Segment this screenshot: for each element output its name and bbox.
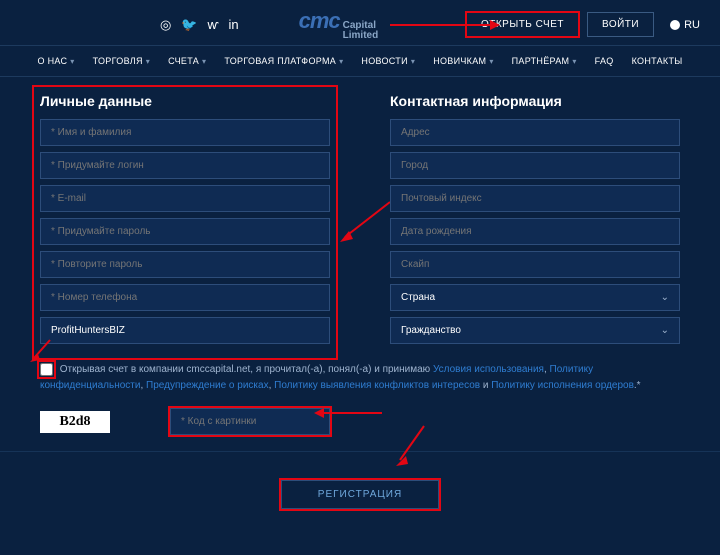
chevron-down-icon: ▾: [202, 57, 206, 66]
citizenship-select[interactable]: Гражданство ⌄: [390, 317, 680, 344]
email-field[interactable]: [40, 185, 330, 212]
language-selector[interactable]: RU: [670, 19, 700, 31]
password-field[interactable]: [40, 218, 330, 245]
logo[interactable]: cmc CapitalLimited: [299, 8, 379, 41]
annotation-arrow: [335, 197, 395, 247]
referral-field[interactable]: [40, 317, 330, 344]
terms-block: Открывая счет в компании cmccapital.net,…: [0, 356, 720, 400]
chevron-down-icon: ▾: [411, 57, 415, 66]
terms-text: Открывая счет в компании cmccapital.net,…: [60, 364, 433, 375]
chevron-down-icon: ▾: [146, 57, 150, 66]
globe-icon: [670, 20, 680, 30]
address-field[interactable]: [390, 119, 680, 146]
contact-title: Контактная информация: [390, 93, 680, 109]
personal-data-section: Личные данные: [40, 93, 330, 352]
dob-field[interactable]: [390, 218, 680, 245]
link-risk[interactable]: Предупреждение о рисках: [146, 380, 269, 391]
nav-news[interactable]: НОВОСТИ▾: [361, 56, 415, 66]
nav-contacts[interactable]: КОНТАКТЫ: [632, 56, 683, 66]
citizenship-label: Гражданство: [401, 325, 461, 336]
nav-partners[interactable]: ПАРТНЁРАМ▾: [512, 56, 577, 66]
nav-platform[interactable]: ТОРГОВАЯ ПЛАТФОРМА▾: [224, 56, 343, 66]
register-button[interactable]: РЕГИСТРАЦИЯ: [281, 480, 439, 509]
twitter-icon[interactable]: 🐦: [181, 17, 197, 33]
main-nav: О НАС▾ ТОРГОВЛЯ▾ СЧЕТА▾ ТОРГОВАЯ ПЛАТФОР…: [0, 45, 720, 77]
country-label: Страна: [401, 292, 435, 303]
login-field[interactable]: [40, 152, 330, 179]
logo-sub: CapitalLimited: [343, 21, 379, 41]
city-field[interactable]: [390, 152, 680, 179]
nav-about[interactable]: О НАС▾: [37, 56, 74, 66]
language-label: RU: [684, 19, 700, 31]
chevron-down-icon: ▾: [572, 57, 576, 66]
captcha-image: B2d8: [40, 411, 110, 433]
instagram-icon[interactable]: ◎: [160, 17, 171, 33]
country-select[interactable]: Страна ⌄: [390, 284, 680, 311]
link-execution[interactable]: Политику исполнения ордеров: [491, 380, 634, 391]
chevron-down-icon: ⌄: [661, 325, 669, 336]
phone-field[interactable]: [40, 284, 330, 311]
name-field[interactable]: [40, 119, 330, 146]
nav-newbies[interactable]: НОВИЧКАМ▾: [433, 56, 493, 66]
nav-trading[interactable]: ТОРГОВЛЯ▾: [93, 56, 151, 66]
login-button[interactable]: ВОЙТИ: [587, 12, 654, 37]
nav-faq[interactable]: FAQ: [595, 56, 614, 66]
password-confirm-field[interactable]: [40, 251, 330, 278]
zip-field[interactable]: [390, 185, 680, 212]
linkedin-icon[interactable]: in: [228, 17, 238, 33]
logo-main: cmc: [299, 8, 340, 34]
skype-field[interactable]: [390, 251, 680, 278]
chevron-down-icon: ▾: [70, 57, 74, 66]
chevron-down-icon: ▾: [339, 57, 343, 66]
vk-icon[interactable]: ⱳ: [208, 17, 219, 33]
contact-info-section: Контактная информация Страна ⌄ Гражданств…: [390, 93, 680, 352]
terms-checkbox[interactable]: [40, 363, 53, 376]
link-conflict[interactable]: Политику выявления конфликтов интересов: [274, 380, 480, 391]
personal-title: Личные данные: [40, 93, 330, 109]
annotation-arrow: [390, 18, 500, 35]
chevron-down-icon: ⌄: [661, 292, 669, 303]
nav-accounts[interactable]: СЧЕТА▾: [168, 56, 206, 66]
chevron-down-icon: ▾: [489, 57, 493, 66]
link-terms-of-use[interactable]: Условия использования: [433, 364, 544, 375]
captcha-input[interactable]: [170, 408, 330, 435]
